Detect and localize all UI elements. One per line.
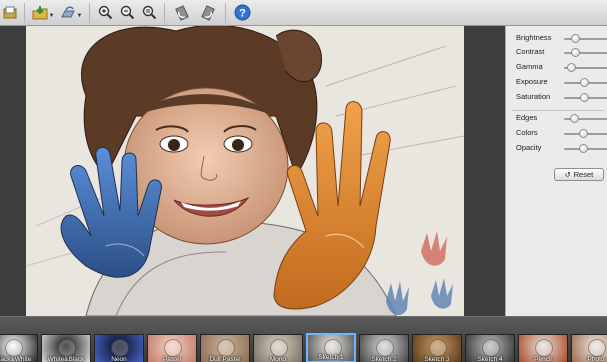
filter-thumbnail-sketch-1[interactable]: Sketch 1 — [306, 333, 356, 362]
filter-thumbnail-sketch-2[interactable]: Sketch 2 — [359, 334, 409, 362]
filter-label: Mono — [269, 356, 287, 362]
rotate-left-button[interactable] — [171, 2, 193, 24]
rotate-right-icon — [200, 4, 216, 21]
toolbar-separator — [89, 2, 90, 23]
filter-label: Black&White — [0, 356, 32, 362]
thumbnail-image — [376, 339, 394, 357]
slider-label: Edges — [516, 113, 538, 122]
filter-label: Sketch 2 — [371, 356, 397, 362]
filter-thumbnail-neon[interactable]: Neon — [94, 334, 144, 362]
help-button[interactable]: ? — [232, 2, 252, 24]
filter-label: Dull Pastel — [209, 356, 241, 362]
app-window: ▼ ▼ ? Brightness Contrast Gamma Exposure… — [0, 0, 607, 362]
slider-contrast[interactable]: Contrast — [506, 46, 607, 60]
thumbnail-image — [482, 339, 500, 357]
chevron-down-icon: ▼ — [76, 12, 83, 19]
thumbnail-image — [217, 339, 235, 357]
slider-knob[interactable] — [571, 48, 581, 57]
filter-label: Photo — [587, 356, 605, 362]
filter-label: Sketch 4 — [477, 356, 503, 362]
slider-gamma[interactable]: Gamma — [506, 61, 607, 75]
thumbnail-image — [588, 339, 606, 357]
chevron-down-icon: ▼ — [48, 12, 55, 19]
filter-thumbnail-mono[interactable]: Mono — [253, 334, 303, 362]
rotate-right-button[interactable] — [197, 2, 219, 24]
zoom-out-icon — [120, 5, 135, 20]
slider-edges[interactable]: Edges — [506, 112, 607, 126]
thumbnail-image — [5, 339, 23, 357]
filter-label: Sketch 3 — [424, 356, 450, 362]
slider-brightness[interactable]: Brightness — [506, 32, 607, 46]
filter-thumbnail-photo[interactable]: Photo — [571, 334, 607, 362]
toolbar-separator — [24, 2, 25, 23]
reset-icon: ↺ — [564, 171, 571, 179]
filter-thumbnail-white-black[interactable]: White&Black — [41, 334, 91, 362]
slider-knob[interactable] — [580, 78, 590, 87]
slider-label: Exposure — [516, 77, 548, 86]
open-image-button[interactable] — [2, 2, 18, 24]
share-icon — [60, 5, 76, 21]
zoom-in-icon — [98, 5, 113, 20]
filter-thumbnail-black-white[interactable]: Black&White — [0, 334, 38, 362]
save-image-button[interactable]: ▼ — [31, 2, 55, 24]
panel-divider — [512, 110, 604, 111]
reset-button[interactable]: ↺ Reset — [554, 168, 604, 181]
slider-label: Brightness — [516, 33, 552, 42]
zoom-out-button[interactable] — [118, 2, 136, 24]
help-icon: ? — [234, 4, 251, 21]
open-image-icon — [3, 6, 17, 20]
slider-label: Contrast — [516, 47, 545, 56]
toolbar: ▼ ▼ ? — [0, 0, 607, 26]
filter-label: White&Black — [47, 356, 85, 362]
rotate-left-icon — [174, 4, 190, 21]
filter-label: Pastel — [162, 356, 182, 362]
toolbar-separator — [225, 2, 226, 23]
svg-text:?: ? — [239, 8, 246, 20]
zoom-fit-icon — [142, 5, 157, 20]
thumbnail-image — [111, 339, 129, 357]
slider-knob[interactable] — [566, 63, 576, 72]
zoom-in-button[interactable] — [96, 2, 114, 24]
slider-exposure[interactable]: Exposure — [506, 76, 607, 90]
filter-label: Pencil — [534, 356, 552, 362]
slider-label: Saturation — [516, 92, 551, 101]
filter-thumbnail-sketch-3[interactable]: Sketch 3 — [412, 334, 462, 362]
adjustments-panel: Brightness Contrast Gamma Exposure Saturatio… — [505, 26, 607, 316]
filter-thumbnail-pencil[interactable]: Pencil — [518, 334, 568, 362]
thumbnail-image — [429, 339, 447, 357]
thumbnail-image — [535, 339, 553, 357]
filter-label: Neon — [111, 356, 127, 362]
zoom-fit-button[interactable] — [140, 2, 158, 24]
slider-label: Opacity — [516, 143, 542, 152]
thumbnail-image — [164, 339, 182, 357]
image-canvas[interactable] — [0, 26, 505, 316]
slider-knob[interactable] — [580, 93, 590, 102]
slider-knob[interactable] — [578, 129, 588, 138]
thumbnail-image — [58, 339, 76, 357]
toolbar-separator — [164, 2, 165, 23]
filter-thumbnail-pastel[interactable]: Pastel — [147, 334, 197, 362]
slider-knob[interactable] — [570, 114, 579, 123]
thumbnail-image — [270, 339, 288, 357]
edited-photo[interactable] — [26, 26, 464, 316]
filter-filmstrip: Black&White White&Black Neon Pastel Dull Pas… — [0, 316, 607, 362]
filter-label: Sketch 1 — [318, 354, 344, 361]
slider-knob[interactable] — [571, 34, 581, 43]
save-image-icon — [32, 5, 48, 21]
filter-thumbnail-dull-pastel[interactable]: Dull Pastel — [200, 334, 250, 362]
share-button[interactable]: ▼ — [59, 2, 83, 24]
slider-knob[interactable] — [578, 144, 588, 153]
slider-label: Gamma — [516, 62, 543, 71]
filter-thumbnail-sketch-4[interactable]: Sketch 4 — [465, 334, 515, 362]
slider-colors[interactable]: Colors — [506, 127, 607, 141]
reset-label: Reset — [573, 170, 594, 179]
slider-label: Colors — [516, 128, 538, 137]
slider-opacity[interactable]: Opacity — [506, 142, 607, 156]
slider-saturation[interactable]: Saturation — [506, 91, 607, 105]
sketch-photo-illustration — [26, 26, 464, 316]
